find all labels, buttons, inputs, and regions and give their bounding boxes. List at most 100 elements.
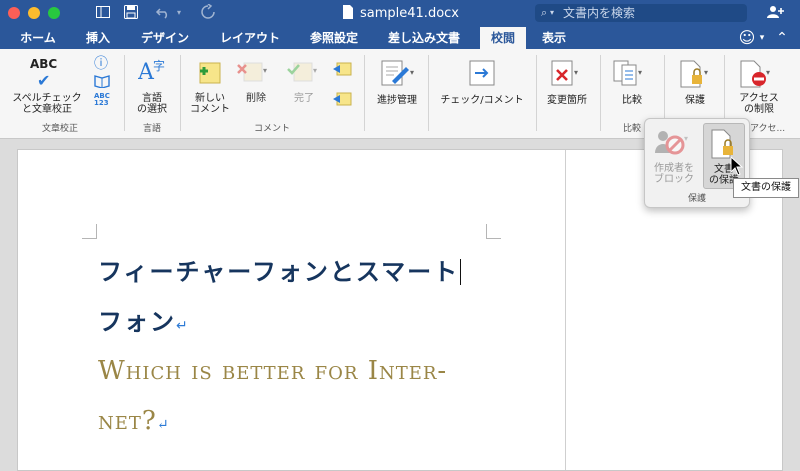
redo-icon[interactable] bbox=[200, 3, 216, 24]
group-label-access: アクセ... bbox=[750, 124, 786, 134]
block-authors-icon: ▾ bbox=[653, 127, 689, 161]
text-cursor bbox=[460, 259, 462, 285]
check-comment-icon[interactable] bbox=[468, 59, 498, 93]
tab-layout[interactable]: レイアウト bbox=[208, 27, 292, 49]
previous-comment-icon[interactable] bbox=[332, 61, 352, 80]
block-authors-label-line1: 作成者を bbox=[654, 163, 694, 174]
resolve-comment-icon[interactable]: ▾ bbox=[286, 57, 318, 91]
new-comment-label-line1: 新しい bbox=[195, 93, 225, 104]
subheading-line-1: Which is better for Inter- bbox=[98, 356, 448, 386]
block-authors-label-line2: ブロック bbox=[654, 174, 694, 185]
tab-view[interactable]: 表示 bbox=[532, 27, 576, 49]
tab-home[interactable]: ホーム bbox=[10, 27, 66, 49]
restrict-access-label-line2: の制限 bbox=[744, 104, 774, 115]
tab-review[interactable]: 校閲 bbox=[480, 27, 526, 49]
svg-text:▾: ▾ bbox=[704, 68, 708, 77]
margin-divider bbox=[565, 150, 566, 470]
word-count-icon[interactable]: ABC 123 bbox=[94, 93, 110, 107]
paragraph-mark-icon: ↵ bbox=[176, 318, 190, 334]
search-icon: ⌕ bbox=[541, 6, 548, 19]
title-bar: ▾ sample41.docx ⌕ ▾ 文書内を検索 bbox=[0, 0, 800, 27]
separator bbox=[600, 55, 601, 131]
heading-line-2: フォン↵ bbox=[98, 302, 190, 337]
restrict-access-label-line1: アクセス bbox=[739, 93, 779, 104]
svg-text:▾: ▾ bbox=[574, 68, 578, 77]
mouse-pointer-icon bbox=[730, 155, 744, 180]
undo-dropdown-icon[interactable]: ▾ bbox=[177, 4, 181, 22]
protect-label: 保護 bbox=[685, 95, 705, 106]
tab-insert[interactable]: 挿入 bbox=[76, 27, 120, 49]
language-label-line2: の選択 bbox=[137, 104, 167, 115]
abc-check-icon: ABC ✔ bbox=[30, 57, 58, 90]
thesaurus-info-icon[interactable]: ⓘ bbox=[94, 53, 108, 73]
undo-icon[interactable] bbox=[155, 4, 171, 24]
heading-text-1: フィーチャーフォンとスマート bbox=[98, 258, 460, 286]
new-comment-icon[interactable] bbox=[194, 57, 224, 91]
language-icon[interactable]: A字 bbox=[137, 55, 168, 91]
zoom-window-button[interactable] bbox=[48, 7, 60, 19]
search-options-icon: ▾ bbox=[550, 8, 555, 17]
svg-text:▾: ▾ bbox=[313, 66, 317, 75]
track-changes-label: 進捗管理 bbox=[377, 95, 417, 106]
search-placeholder: 文書内を検索 bbox=[563, 6, 636, 20]
compare-icon[interactable]: ▾ bbox=[612, 59, 646, 93]
subheading-line-2: net?↵ bbox=[98, 406, 170, 436]
group-label-proofing: 文章校正 bbox=[41, 124, 78, 134]
language-label-line1: 言語 bbox=[142, 93, 162, 104]
close-window-button[interactable] bbox=[8, 7, 20, 19]
collapse-ribbon-icon[interactable]: ⌃ bbox=[772, 27, 792, 49]
heading-line-1: フィーチャーフォンとスマート bbox=[98, 252, 462, 287]
ribbon-tab-bar: ホーム 挿入 デザイン レイアウト 参照設定 差し込み文書 校閲 表示 ☺ ▾ … bbox=[0, 27, 800, 49]
spelling-label-line1: スペルチェック bbox=[12, 93, 82, 104]
feedback-dropdown-icon[interactable]: ▾ bbox=[756, 27, 768, 49]
protect-icon[interactable]: ▾ bbox=[678, 59, 712, 93]
next-comment-icon[interactable] bbox=[332, 91, 352, 110]
delete-comment-icon[interactable]: ▾ bbox=[236, 57, 268, 91]
language-label: 言語 の選択 bbox=[130, 93, 174, 115]
track-changes-icon[interactable]: ▾ bbox=[380, 59, 416, 93]
svg-text:▾: ▾ bbox=[410, 68, 414, 77]
spelling-grammar-button[interactable]: ABC ✔ bbox=[30, 57, 57, 90]
tab-references[interactable]: 参照設定 bbox=[300, 27, 368, 49]
svg-text:▾: ▾ bbox=[766, 68, 770, 77]
compare-label: 比較 bbox=[622, 95, 642, 106]
tooltip: 文書の保護 bbox=[733, 178, 799, 198]
separator bbox=[536, 55, 537, 131]
minimize-window-button[interactable] bbox=[28, 7, 40, 19]
separator bbox=[428, 55, 429, 131]
window-title: sample41.docx bbox=[360, 6, 459, 21]
svg-text:字: 字 bbox=[153, 58, 165, 73]
changes-label: 変更箇所 bbox=[547, 95, 587, 106]
new-comment-label-line2: コメント bbox=[190, 104, 230, 115]
subheading-text-2: net? bbox=[98, 406, 157, 436]
paragraph-mark-icon: ↵ bbox=[156, 417, 170, 433]
changes-reject-icon[interactable]: ▾ bbox=[550, 59, 582, 93]
svg-text:▾: ▾ bbox=[638, 68, 642, 77]
separator bbox=[364, 55, 365, 131]
delete-label: 削除 bbox=[246, 93, 266, 104]
spelling-label-line2: と文章校正 bbox=[22, 104, 72, 115]
tab-mailings[interactable]: 差し込み文書 bbox=[376, 27, 472, 49]
block-authors-label: 作成者を ブロック bbox=[645, 163, 703, 185]
save-icon[interactable] bbox=[123, 4, 139, 24]
tab-design[interactable]: デザイン bbox=[130, 27, 200, 49]
group-label-language: 言語 bbox=[142, 124, 161, 134]
book-icon[interactable] bbox=[94, 73, 110, 92]
search-field[interactable]: ⌕ ▾ 文書内を検索 bbox=[535, 4, 747, 22]
share-icon[interactable] bbox=[765, 4, 785, 25]
restrict-access-icon[interactable]: ▾ bbox=[738, 59, 772, 93]
crop-mark-top-left bbox=[82, 224, 97, 239]
separator bbox=[180, 55, 181, 131]
document-file-icon bbox=[342, 4, 354, 24]
group-label-comments: コメント bbox=[253, 124, 290, 134]
crop-mark-top-right bbox=[486, 224, 501, 239]
check-comment-label: チェック/コメント bbox=[440, 95, 524, 106]
sidebar-toggle-icon[interactable] bbox=[95, 4, 111, 24]
heading-text-2: フォン bbox=[98, 308, 176, 336]
svg-text:▾: ▾ bbox=[684, 134, 688, 143]
new-comment-label: 新しい コメント bbox=[186, 93, 234, 115]
restrict-access-label: アクセス の制限 bbox=[730, 93, 788, 115]
done-label: 完了 bbox=[294, 93, 314, 104]
separator bbox=[124, 55, 125, 131]
spelling-label: スペルチェック と文章校正 bbox=[4, 93, 90, 115]
